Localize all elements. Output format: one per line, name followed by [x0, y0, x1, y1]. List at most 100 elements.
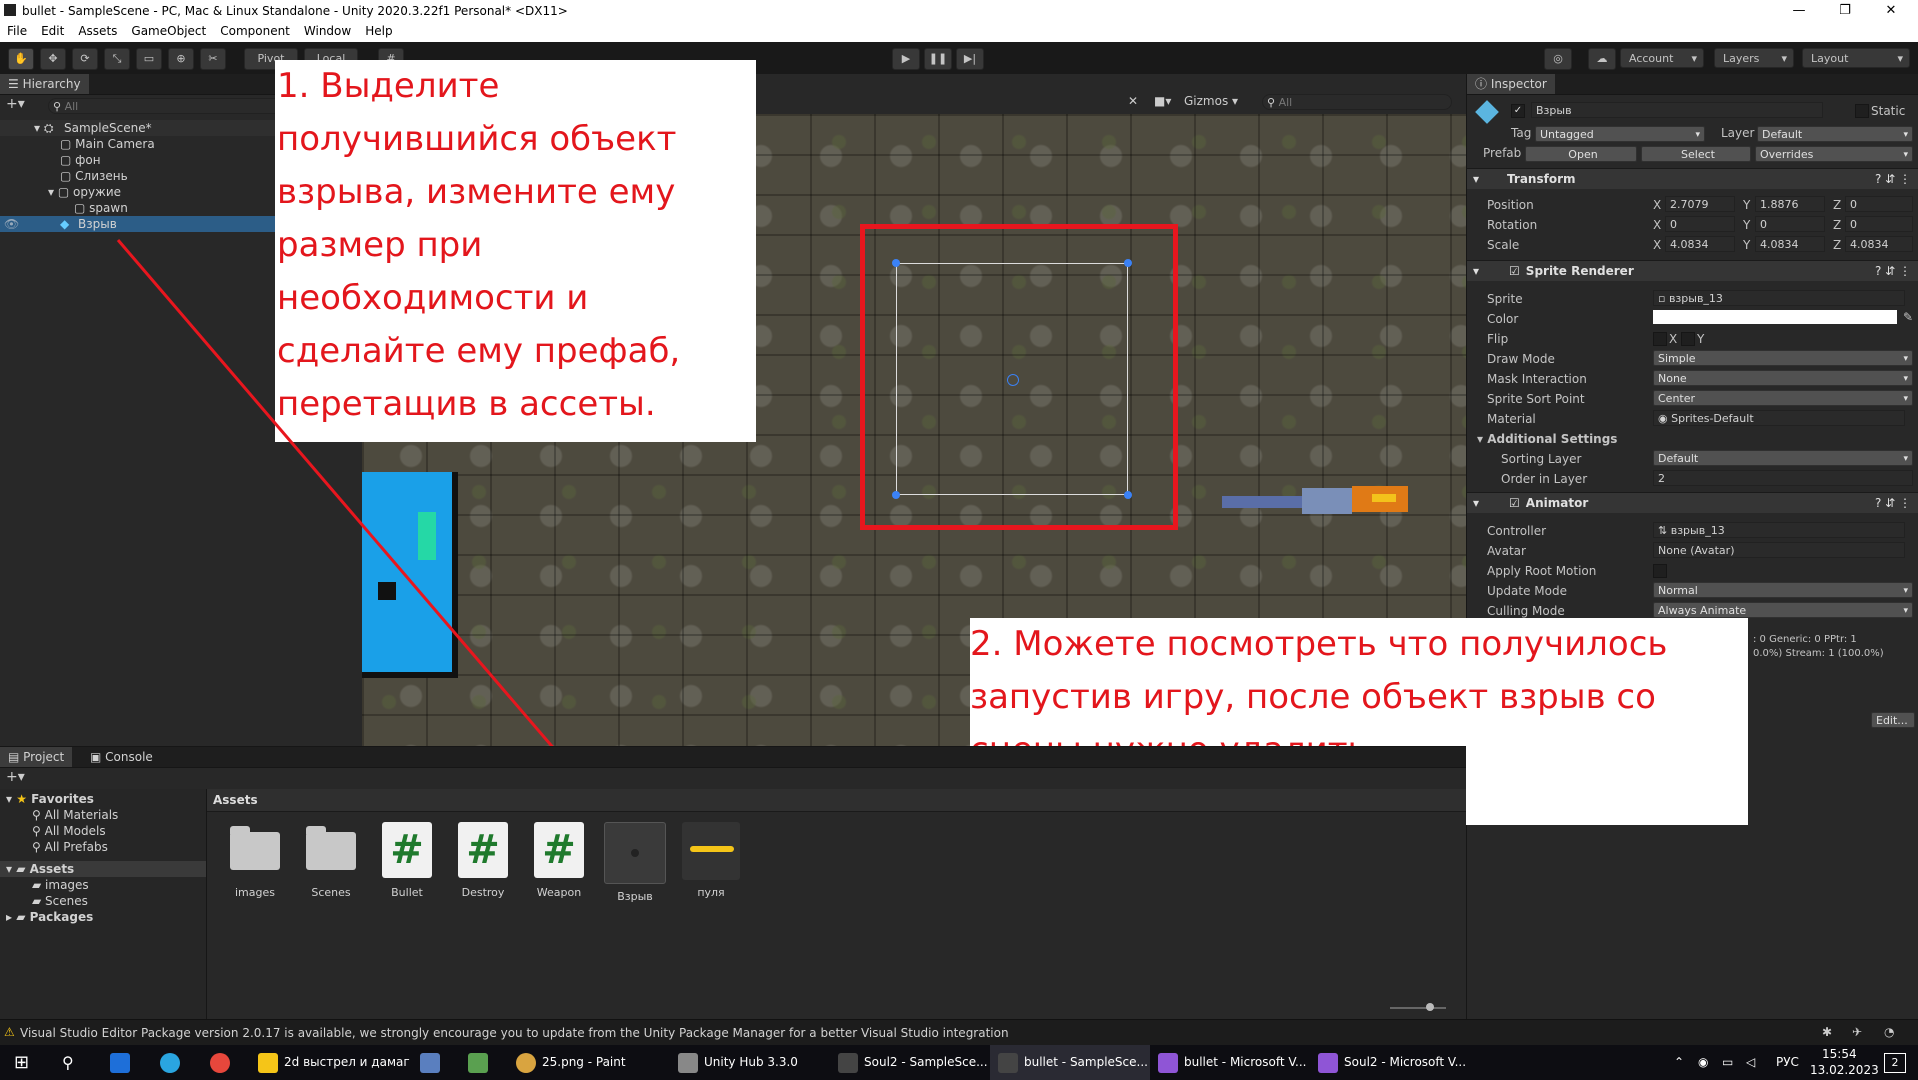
- root-motion-checkbox[interactable]: [1653, 564, 1667, 578]
- explorer-icon[interactable]: [258, 1053, 278, 1073]
- visual-studio-icon[interactable]: [1158, 1053, 1178, 1073]
- additional-settings-label[interactable]: ▾ Additional Settings: [1477, 432, 1617, 446]
- calculator-icon[interactable]: [420, 1053, 440, 1073]
- task-unity-hub[interactable]: Unity Hub 3.3.0: [704, 1045, 798, 1080]
- unity-icon[interactable]: [998, 1053, 1018, 1073]
- steam-icon[interactable]: ◉: [1698, 1045, 1708, 1080]
- asset-weapon-script[interactable]: # Weapon: [528, 822, 590, 899]
- update-mode-dropdown[interactable]: Normal ▾: [1653, 582, 1913, 598]
- tray-chevron-icon[interactable]: ⌃: [1674, 1045, 1684, 1080]
- asset-vzryv-prefab[interactable]: Взрыв: [604, 822, 666, 903]
- edit-button[interactable]: Edit...: [1871, 712, 1915, 728]
- order-in-layer-field[interactable]: 2: [1653, 470, 1913, 486]
- draw-mode-label: Draw Mode: [1487, 352, 1555, 366]
- zoom-slider[interactable]: [1390, 1003, 1446, 1011]
- start-icon[interactable]: ⊞: [14, 1045, 29, 1080]
- language-indicator[interactable]: РУС: [1776, 1045, 1799, 1080]
- scale-y-field[interactable]: 4.0834: [1755, 236, 1825, 252]
- zoom-slider-handle[interactable]: [1426, 1003, 1434, 1011]
- order-in-layer-label: Order in Layer: [1501, 472, 1588, 486]
- network-icon[interactable]: ▭: [1722, 1045, 1733, 1080]
- tree-assets[interactable]: ▾ ▰ Assets: [0, 861, 206, 877]
- prefab-select-button[interactable]: Select: [1641, 146, 1751, 162]
- unity-hub-icon[interactable]: [678, 1053, 698, 1073]
- rotation-x-field[interactable]: 0: [1665, 216, 1735, 232]
- prefab-open-button[interactable]: Open: [1525, 146, 1637, 162]
- scale-x-field[interactable]: 4.0834: [1665, 236, 1735, 252]
- asset-pulya-sprite[interactable]: пуля: [680, 822, 742, 899]
- chrome-icon[interactable]: [210, 1053, 230, 1073]
- tab-inspector[interactable]: ⓘ Inspector: [1467, 74, 1555, 94]
- unity-icon[interactable]: [838, 1053, 858, 1073]
- scl-y-label: Y: [1743, 238, 1751, 252]
- tree-images[interactable]: ▰ images: [32, 877, 89, 893]
- sprite-field[interactable]: ▫ взрыв_13: [1653, 290, 1905, 306]
- tab-console[interactable]: ▣ Console: [82, 747, 161, 767]
- material-field[interactable]: ◉ Sprites-Default: [1653, 410, 1905, 426]
- mask-interaction-dropdown[interactable]: None ▾: [1653, 370, 1913, 386]
- animator-header[interactable]: ▾ ☑ Animator ? ⇵ ⋮: [1467, 492, 1918, 513]
- task-bullet-vs[interactable]: bullet - Microsoft V...: [1184, 1045, 1306, 1080]
- notepad-icon[interactable]: [468, 1053, 488, 1073]
- color-swatch[interactable]: [1653, 310, 1897, 324]
- draw-mode-dropdown[interactable]: Simple ▾: [1653, 350, 1913, 366]
- volume-icon[interactable]: ◁: [1746, 1045, 1755, 1080]
- asset-destroy-script[interactable]: # Destroy: [452, 822, 514, 899]
- position-y-field[interactable]: 1.8876: [1755, 196, 1825, 212]
- pos-x-label: X: [1653, 198, 1662, 212]
- avatar-field[interactable]: None (Avatar): [1653, 542, 1905, 558]
- flip-y-checkbox[interactable]: [1681, 332, 1695, 346]
- rotation-y-field[interactable]: 0: [1755, 216, 1825, 232]
- asset-bullet-script[interactable]: # Bullet: [376, 822, 438, 899]
- task-soul2-vs[interactable]: Soul2 - Microsoft V...: [1344, 1045, 1466, 1080]
- tree-packages[interactable]: ▸ ▰ Packages: [6, 909, 93, 925]
- active-checkbox[interactable]: ✓: [1511, 104, 1525, 118]
- status-message[interactable]: Visual Studio Editor Package version 2.0…: [20, 1026, 1009, 1040]
- visual-studio-icon[interactable]: [1318, 1053, 1338, 1073]
- sorting-layer-dropdown[interactable]: Default ▾: [1653, 450, 1913, 466]
- asset-images[interactable]: images: [224, 822, 286, 899]
- flip-x-checkbox[interactable]: [1653, 332, 1667, 346]
- object-name-field[interactable]: Взрыв: [1531, 102, 1823, 118]
- tab-project[interactable]: ▤ Project: [0, 747, 73, 767]
- sort-point-dropdown[interactable]: Center ▾: [1653, 390, 1913, 406]
- bake-icon[interactable]: ✈: [1852, 1025, 1862, 1039]
- favorites-label[interactable]: ▾ ★ Favorites: [6, 791, 94, 807]
- layer-dropdown[interactable]: Default ▾: [1757, 126, 1913, 142]
- fav-all-prefabs[interactable]: ⚲ All Prefabs: [32, 839, 108, 855]
- tag-dropdown[interactable]: Untagged ▾: [1535, 126, 1705, 142]
- clock-date[interactable]: 13.02.2023: [1810, 1063, 1879, 1077]
- tree-scenes[interactable]: ▰ Scenes: [32, 893, 88, 909]
- clock-time[interactable]: 15:54: [1822, 1047, 1857, 1061]
- position-x-field[interactable]: 2.7079: [1665, 196, 1735, 212]
- eyedropper-icon[interactable]: ✎: [1903, 310, 1913, 324]
- asset-scenes[interactable]: Scenes: [300, 822, 362, 899]
- create-asset-button[interactable]: +▾: [6, 769, 25, 785]
- breadcrumb-assets[interactable]: Assets: [213, 793, 258, 807]
- controller-field[interactable]: ⇅ взрыв_13: [1653, 522, 1905, 538]
- static-checkbox[interactable]: [1855, 104, 1869, 118]
- fav-all-models[interactable]: ⚲ All Models: [32, 823, 106, 839]
- scale-z-field[interactable]: 4.0834: [1845, 236, 1913, 252]
- position-z-field[interactable]: 0: [1845, 196, 1913, 212]
- telegram-icon[interactable]: [160, 1053, 180, 1073]
- task-bullet-unity[interactable]: bullet - SampleSce...: [1024, 1045, 1148, 1080]
- debug-icon[interactable]: ✱: [1822, 1025, 1832, 1039]
- rot-y-label: Y: [1743, 218, 1751, 232]
- prefab-overrides-dropdown[interactable]: Overrides ▾: [1755, 146, 1913, 162]
- monitor-app-icon[interactable]: [110, 1053, 130, 1073]
- task-explorer[interactable]: 2d выстрел и дамаг: [284, 1045, 410, 1080]
- transform-header[interactable]: ▾ Transform ? ⇵ ⋮: [1467, 168, 1918, 189]
- fav-all-materials[interactable]: ⚲ All Materials: [32, 807, 118, 823]
- rotation-z-field[interactable]: 0: [1845, 216, 1913, 232]
- search-icon[interactable]: ⚲: [62, 1045, 74, 1080]
- inspector-panel: ⓘ Inspector ✓ Взрыв Static Tag Untagged ▾…: [1466, 74, 1918, 1019]
- task-paint[interactable]: 25.png - Paint: [542, 1045, 626, 1080]
- notification-center[interactable]: 2: [1884, 1053, 1906, 1073]
- task-soul2-unity[interactable]: Soul2 - SampleSce...: [864, 1045, 988, 1080]
- culling-mode-dropdown[interactable]: Always Animate ▾: [1653, 602, 1913, 618]
- rot-x-label: X: [1653, 218, 1662, 232]
- paint-icon[interactable]: [516, 1053, 536, 1073]
- progress-icon[interactable]: ◔: [1884, 1025, 1894, 1039]
- sprite-renderer-header[interactable]: ▾ ☑ Sprite Renderer ? ⇵ ⋮: [1467, 260, 1918, 281]
